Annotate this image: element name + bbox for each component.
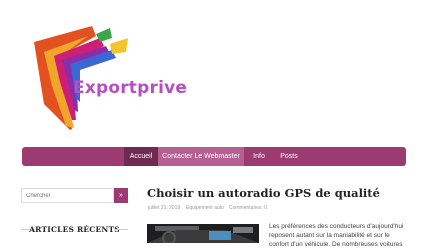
post-title[interactable]: Choisir un autoradio GPS de qualité <box>147 186 380 200</box>
nav-item-contact[interactable]: Contacter Le Webmaster <box>158 147 244 166</box>
divider <box>114 229 128 230</box>
post-thumbnail[interactable] <box>147 224 259 243</box>
main-navigation: Accueil Contacter Le Webmaster Info Post… <box>22 147 406 166</box>
post-date: juillet 31, 2019 <box>148 205 181 211</box>
post-category[interactable]: Equipement auto <box>186 205 224 211</box>
site-brand[interactable]: Exportprive <box>73 78 187 98</box>
nav-item-info[interactable]: Info <box>247 147 271 166</box>
recent-posts-heading: ARTICLES RÉCENTS <box>29 225 120 234</box>
search-button[interactable]: » <box>114 188 128 203</box>
post-comments[interactable]: Commentaires: 0 <box>229 205 267 211</box>
car-dashboard-image <box>147 224 259 243</box>
post-excerpt: Les préférences des conducteurs d'aujour… <box>269 223 404 248</box>
nav-item-accueil[interactable]: Accueil <box>124 147 158 166</box>
nav-item-posts[interactable]: Posts <box>275 147 303 166</box>
search-form: » <box>21 188 128 203</box>
search-input[interactable] <box>21 188 114 203</box>
